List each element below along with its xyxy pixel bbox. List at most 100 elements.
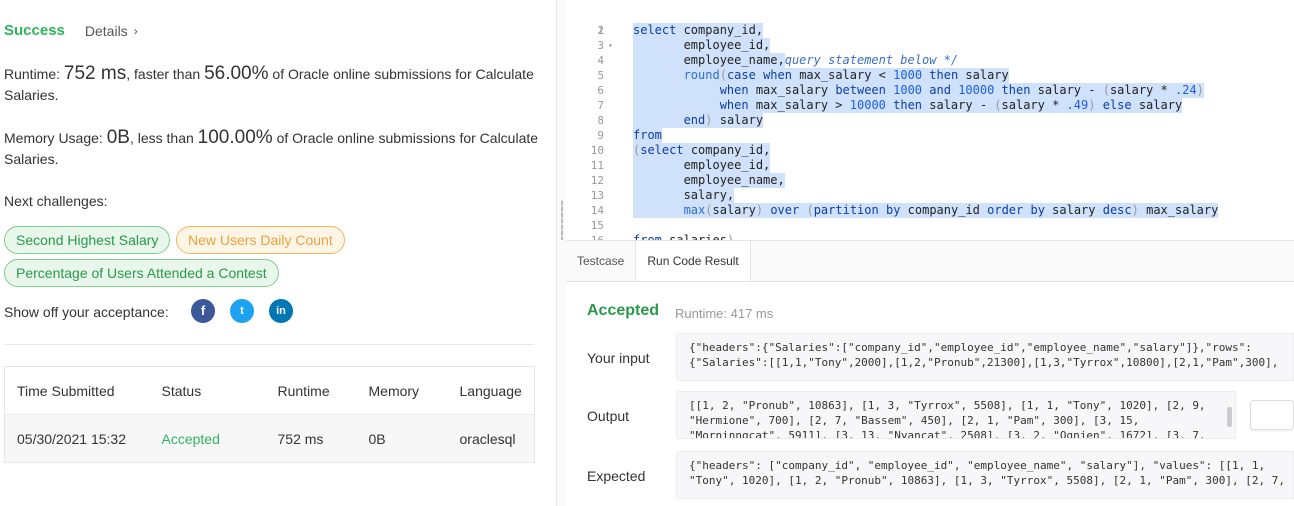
code-text: employee_name,: [633, 53, 785, 68]
linkedin-icon[interactable]: in: [269, 299, 293, 323]
panel-splitter[interactable]: [556, 0, 566, 506]
line-number: 4: [597, 54, 604, 67]
code-line-11: 11 employee_id,: [566, 158, 1294, 173]
challenge-tag-percentage-users-attended[interactable]: Percentage of Users Attended a Contest: [4, 259, 279, 287]
code-text: (select company_id,: [633, 143, 771, 158]
code-line-16: 16 from salaries): [566, 233, 1294, 240]
code-text: from salaries): [633, 233, 735, 240]
drag-handle-icon[interactable]: [561, 200, 563, 240]
input-line: {"Salaries":[[1,1,"Tony",2000],[1,2,"Pro…: [689, 356, 1279, 369]
code-line-3: 3 employee_id,: [566, 38, 1294, 53]
challenge-tag-second-highest-salary[interactable]: Second Highest Salary: [4, 226, 171, 254]
table-header-row: Time Submitted Status Runtime Memory Lan…: [4, 366, 535, 415]
expected-label: Expected: [587, 468, 646, 484]
code-text: salary,: [633, 188, 735, 203]
line-number: 13: [590, 189, 604, 202]
expected-line: {"headers": ["company_id", "employee_id"…: [689, 459, 1266, 472]
code-text: round(case when max_salary < 1000 then s…: [633, 68, 1009, 83]
code-line-2: 2 select company_id,: [566, 23, 1294, 38]
runtime-label: Runtime:: [4, 66, 61, 82]
memory-value: 0B: [106, 127, 130, 148]
output-line: "Hermione", 700], [2, 7, "Bassem", 450],…: [689, 414, 1140, 427]
code-text: select company_id,: [633, 23, 764, 38]
memory-percent: 100.00%: [197, 127, 273, 148]
submission-detail-panel: Success Details › Runtime: 752 ms, faste…: [0, 0, 556, 506]
output-line: [[1, 2, "Pronub", 10863], [1, 3, "Tyrrox…: [689, 399, 1206, 412]
cell-status-link[interactable]: Accepted: [149, 414, 266, 463]
input-line: {"headers":{"Salaries":["company_id","em…: [689, 341, 1252, 354]
line-number: 9: [597, 129, 604, 142]
challenge-tag-new-users-daily-count[interactable]: New Users Daily Count: [176, 226, 345, 254]
code-text: from: [633, 128, 662, 143]
line-number: 11: [590, 159, 604, 172]
share-label: Show off your acceptance:: [4, 304, 169, 320]
col-language: Language: [447, 366, 535, 415]
line-number: 7: [597, 99, 604, 112]
code-line-8: 8 end) salary: [566, 113, 1294, 128]
line-number: 8: [597, 114, 604, 127]
line-number: 6: [597, 84, 604, 97]
code-text: employee_id,: [633, 38, 771, 53]
input-label: Your input: [587, 350, 650, 366]
table-row: 05/30/2021 15:32 Accepted 752 ms 0B orac…: [4, 414, 535, 463]
runtime-stat: Runtime: 752 ms, faster than 56.00% of O…: [4, 63, 544, 106]
line-number: 10: [590, 144, 604, 157]
divider: [4, 344, 534, 345]
submissions-table: Time Submitted Status Runtime Memory Lan…: [4, 366, 535, 463]
runtime-percent: 56.00%: [204, 63, 269, 84]
console-tabs: Testcase Run Code Result: [566, 241, 751, 281]
code-text: when max_salary > 10000 then salary - (s…: [633, 98, 1183, 113]
code-text: max(salary) over (partition by company_i…: [633, 203, 1219, 218]
run-result: Accepted Runtime: 417 ms Your input {"he…: [566, 281, 1294, 506]
memory-mid: , less than: [129, 130, 194, 146]
col-status: Status: [149, 366, 266, 415]
details-label: Details: [84, 22, 128, 39]
cell-runtime: 752 ms: [265, 414, 357, 463]
tab-testcase[interactable]: Testcase: [566, 241, 635, 281]
status-success: Success: [4, 22, 65, 39]
chevron-right-icon: ›: [133, 23, 138, 38]
runtime-value: 752 ms: [63, 63, 127, 84]
line-number: 14: [590, 204, 604, 217]
code-text: employee_id,: [633, 158, 771, 173]
code-line-15: 15: [566, 218, 1294, 233]
cell-language: oraclesql: [447, 414, 535, 463]
facebook-icon[interactable]: f: [191, 299, 215, 323]
memory-label: Memory Usage:: [4, 130, 103, 146]
details-link[interactable]: Details ›: [85, 23, 138, 39]
twitter-icon[interactable]: t: [230, 299, 254, 323]
code-line-5: 5 round(case when max_salary < 1000 then…: [566, 68, 1294, 83]
col-time-submitted: Time Submitted: [4, 366, 150, 415]
line-number: 15: [590, 219, 604, 232]
diff-toggle-button[interactable]: [1250, 400, 1294, 430]
code-line-10: 10 (select company_id,: [566, 143, 1294, 158]
code-text: employee_name,: [633, 173, 785, 188]
code-text: end) salary: [633, 113, 764, 128]
code-line-9: 9 from: [566, 128, 1294, 143]
result-status: Accepted: [587, 302, 660, 319]
line-number: 12: [590, 174, 604, 187]
code-text: when max_salary between 1000 and 10000 t…: [633, 83, 1204, 98]
code-editor[interactable]: 1 ▾ /* Write your PL/SQL query statement…: [566, 0, 1294, 240]
result-runtime: Runtime: 417 ms: [675, 306, 774, 321]
status-line: Success Details ›: [4, 22, 138, 39]
line-number: 3: [597, 39, 604, 52]
cell-time: 05/30/2021 15:32: [4, 414, 150, 463]
runtime-mid: , faster than: [126, 66, 201, 82]
code-line-12: 12 employee_name,: [566, 173, 1294, 188]
code-line-14: 14 max(salary) over (partition by compan…: [566, 203, 1294, 218]
tab-run-code-result[interactable]: Run Code Result: [635, 241, 751, 281]
line-number: 16: [566, 233, 604, 240]
output-label: Output: [587, 408, 630, 424]
code-line-7: 7 when max_salary > 10000 then salary - …: [566, 98, 1294, 113]
line-number: 2: [597, 24, 604, 37]
col-memory: Memory: [356, 366, 448, 415]
output-box: [[1, 2, "Pronub", 10863], [1, 3, "Tyrrox…: [676, 391, 1236, 439]
input-box: {"headers":{"Salaries":["company_id","em…: [676, 333, 1294, 381]
memory-stat: Memory Usage: 0B, less than 100.00% of O…: [4, 127, 544, 170]
output-scrollbar[interactable]: [1227, 407, 1232, 427]
cell-memory: 0B: [356, 414, 448, 463]
expected-box: {"headers": ["company_id", "employee_id"…: [676, 451, 1294, 499]
next-challenges-label: Next challenges:: [4, 193, 108, 209]
line-number: 5: [597, 69, 604, 82]
